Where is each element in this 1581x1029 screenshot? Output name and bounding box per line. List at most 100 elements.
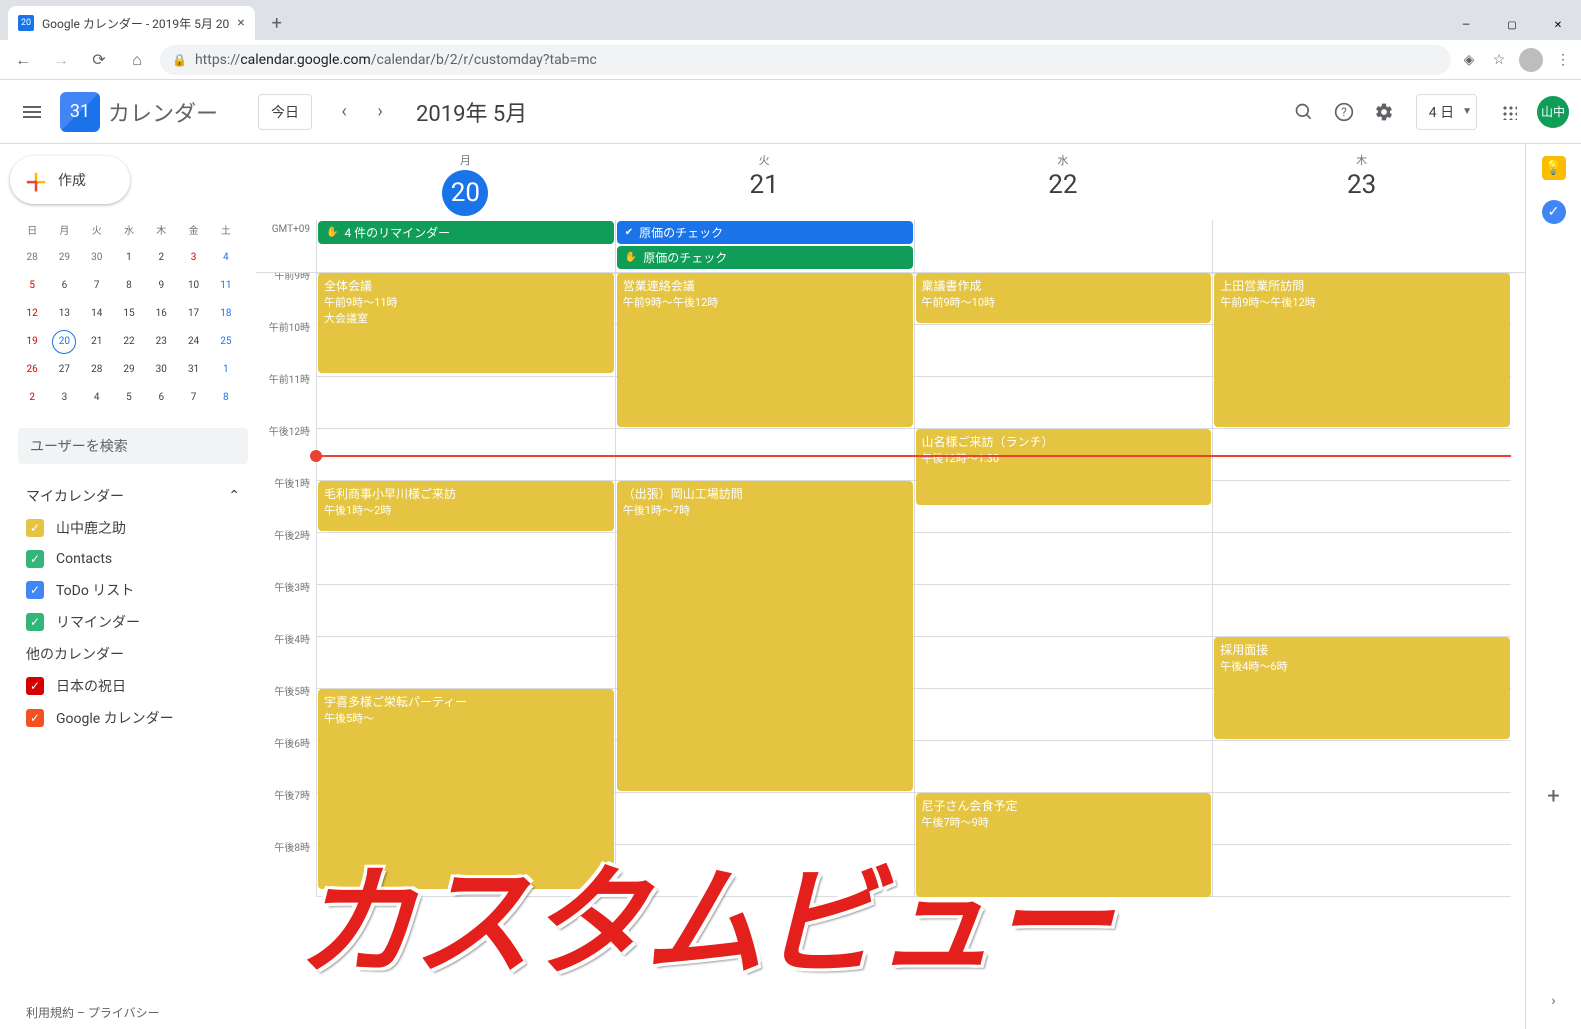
mini-cal-day[interactable]: 23 — [149, 330, 173, 354]
today-button[interactable]: 今日 — [258, 94, 312, 130]
keep-app-icon[interactable]: 💡 — [1542, 156, 1566, 180]
day-header[interactable]: 木23 — [1212, 144, 1511, 220]
calendar-event[interactable]: 全体会議午前9時～11時大会議室 — [318, 273, 614, 373]
mini-cal-day[interactable]: 20 — [52, 330, 76, 354]
bookmark-star-icon[interactable]: ☆ — [1489, 50, 1509, 70]
mini-cal-day[interactable]: 14 — [85, 302, 109, 326]
mini-cal-day[interactable]: 6 — [52, 274, 76, 298]
day-column[interactable]: 全体会議午前9時～11時大会議室毛利商事小早川様ご来訪午後1時～2時宇喜多様ご栄… — [316, 273, 615, 897]
mini-cal-day[interactable]: 2 — [149, 246, 173, 270]
view-selector[interactable]: 4 日▼ — [1416, 94, 1477, 130]
mini-cal-day[interactable]: 5 — [20, 274, 44, 298]
day-header[interactable]: 月20 — [316, 144, 615, 220]
mini-cal-day[interactable]: 5 — [117, 386, 141, 410]
browser-tab[interactable]: 20 Google カレンダー - 2019年 5月 20 × — [8, 6, 255, 40]
mini-cal-day[interactable]: 30 — [85, 246, 109, 270]
mini-cal-day[interactable]: 27 — [52, 358, 76, 382]
url-field[interactable]: 🔒 https://calendar.google.com/calendar/b… — [160, 45, 1451, 75]
calendar-item[interactable]: ✓リマインダー — [18, 606, 248, 638]
allday-event[interactable]: ✔原価のチェック — [617, 221, 913, 244]
allday-event[interactable]: ✋原価のチェック — [617, 246, 913, 269]
mini-cal-day[interactable]: 24 — [182, 330, 206, 354]
tasks-app-icon[interactable]: ✓ — [1542, 200, 1566, 224]
mini-cal-day[interactable]: 31 — [182, 358, 206, 382]
mini-cal-day[interactable]: 16 — [149, 302, 173, 326]
mini-cal-day[interactable]: 10 — [182, 274, 206, 298]
day-header[interactable]: 水22 — [914, 144, 1213, 220]
calendar-item[interactable]: ✓Google カレンダー — [18, 702, 248, 734]
close-window-button[interactable]: ✕ — [1535, 10, 1581, 40]
calendar-checkbox[interactable]: ✓ — [26, 550, 44, 568]
search-icon[interactable] — [1284, 92, 1324, 132]
mini-cal-day[interactable]: 17 — [182, 302, 206, 326]
calendar-event[interactable]: 山名様ご来訪（ランチ）午後12時～1:30 — [916, 429, 1212, 505]
home-button[interactable]: ⌂ — [122, 45, 152, 75]
mini-cal-day[interactable]: 13 — [52, 302, 76, 326]
day-column[interactable]: 営業連絡会議午前9時～午後12時（出張）岡山工場訪問午後1時～7時 — [615, 273, 914, 897]
add-addon-icon[interactable]: + — [1547, 784, 1559, 809]
forward-button[interactable]: → — [46, 45, 76, 75]
mini-cal-day[interactable]: 4 — [85, 386, 109, 410]
day-column[interactable]: 上田営業所訪問午前9時～午後12時採用面接午後4時～6時 — [1212, 273, 1511, 897]
extension-icon[interactable]: ◈ — [1459, 50, 1479, 70]
mini-cal-day[interactable]: 19 — [20, 330, 44, 354]
mini-cal-day[interactable]: 30 — [149, 358, 173, 382]
new-tab-button[interactable]: + — [263, 9, 291, 37]
minimize-button[interactable]: — — [1443, 10, 1489, 40]
calendar-event[interactable]: 稟議書作成午前9時～10時 — [916, 273, 1212, 323]
day-header[interactable]: 火21 — [615, 144, 914, 220]
next-period-button[interactable]: › — [364, 96, 396, 128]
calendar-checkbox[interactable]: ✓ — [26, 709, 44, 727]
allday-column[interactable]: ✔原価のチェック✋原価のチェック — [615, 220, 914, 272]
mini-cal-day[interactable]: 1 — [117, 246, 141, 270]
calendar-event[interactable]: 上田営業所訪問午前9時～午後12時 — [1214, 273, 1510, 427]
mini-cal-day[interactable]: 7 — [85, 274, 109, 298]
mini-cal-day[interactable]: 8 — [117, 274, 141, 298]
calendar-event[interactable]: 採用面接午後4時～6時 — [1214, 637, 1510, 739]
mini-cal-day[interactable]: 29 — [52, 246, 76, 270]
mini-cal-day[interactable]: 29 — [117, 358, 141, 382]
mini-cal-day[interactable]: 1 — [214, 358, 238, 382]
user-avatar[interactable]: 山中 — [1537, 96, 1569, 128]
mini-cal-day[interactable]: 25 — [214, 330, 238, 354]
calendar-checkbox[interactable]: ✓ — [26, 581, 44, 599]
allday-column[interactable]: ✋4 件のリマインダー — [316, 220, 615, 272]
tab-close-icon[interactable]: × — [237, 15, 244, 31]
calendar-checkbox[interactable]: ✓ — [26, 677, 44, 695]
mini-cal-day[interactable]: 7 — [182, 386, 206, 410]
help-icon[interactable]: ? — [1324, 92, 1364, 132]
mini-cal-day[interactable]: 28 — [85, 358, 109, 382]
calendar-checkbox[interactable]: ✓ — [26, 613, 44, 631]
google-apps-icon[interactable] — [1489, 92, 1529, 132]
mini-cal-day[interactable]: 8 — [214, 386, 238, 410]
back-button[interactable]: ← — [8, 45, 38, 75]
mini-cal-day[interactable]: 26 — [20, 358, 44, 382]
mini-cal-day[interactable]: 21 — [85, 330, 109, 354]
mini-cal-day[interactable]: 11 — [214, 274, 238, 298]
profile-avatar-icon[interactable] — [1519, 48, 1543, 72]
hamburger-menu-icon[interactable] — [12, 92, 52, 132]
calendar-checkbox[interactable]: ✓ — [26, 519, 44, 537]
collapse-panel-icon[interactable]: › — [1551, 993, 1555, 1009]
mini-cal-day[interactable]: 18 — [214, 302, 238, 326]
mini-cal-day[interactable]: 3 — [182, 246, 206, 270]
other-calendars-header[interactable]: 他のカレンダー — [10, 638, 256, 670]
my-calendars-header[interactable]: マイカレンダー ⌃ — [10, 480, 256, 512]
mini-cal-day[interactable]: 28 — [20, 246, 44, 270]
calendar-item[interactable]: ✓ToDo リスト — [18, 574, 248, 606]
calendar-event[interactable]: 営業連絡会議午前9時～午後12時 — [617, 273, 913, 427]
mini-cal-day[interactable]: 6 — [149, 386, 173, 410]
mini-cal-day[interactable]: 22 — [117, 330, 141, 354]
create-button[interactable]: ＋ 作成 — [10, 156, 130, 204]
mini-cal-day[interactable]: 3 — [52, 386, 76, 410]
day-column[interactable]: 稟議書作成午前9時～10時山名様ご来訪（ランチ）午後12時～1:30尼子さん会食… — [914, 273, 1213, 897]
allday-column[interactable] — [914, 220, 1213, 272]
mini-cal-day[interactable]: 4 — [214, 246, 238, 270]
mini-cal-day[interactable]: 15 — [117, 302, 141, 326]
calendar-item[interactable]: ✓Contacts — [18, 544, 248, 574]
mini-cal-day[interactable]: 9 — [149, 274, 173, 298]
calendar-event[interactable]: 毛利商事小早川様ご来訪午後1時～2時 — [318, 481, 614, 531]
prev-period-button[interactable]: ‹ — [328, 96, 360, 128]
terms-link[interactable]: 利用規約 – プライバシー — [10, 996, 256, 1029]
calendar-item[interactable]: ✓日本の祝日 — [18, 670, 248, 702]
